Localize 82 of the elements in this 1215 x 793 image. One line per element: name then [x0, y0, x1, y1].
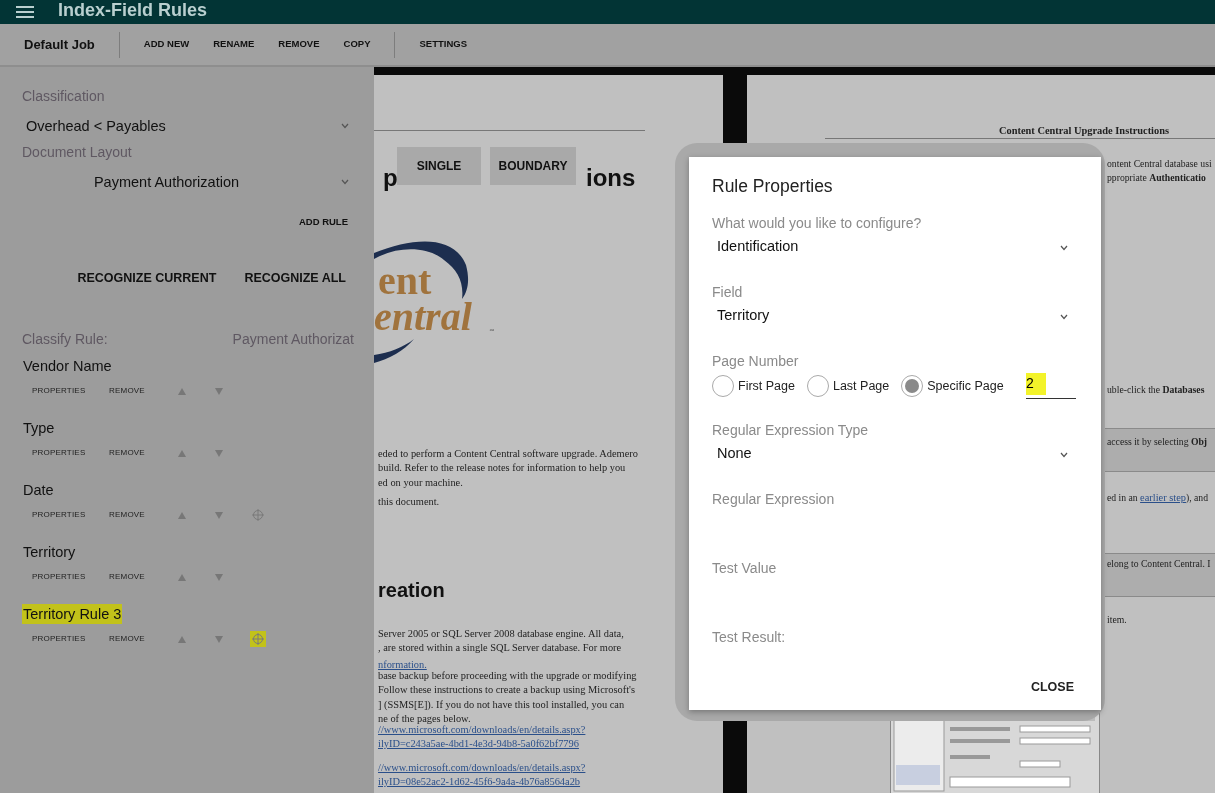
move-down-icon[interactable] — [215, 511, 223, 519]
close-button[interactable]: CLOSE — [1030, 678, 1074, 697]
caret-icon[interactable] — [1060, 452, 1068, 458]
document-link[interactable]: earlier step — [1140, 492, 1186, 503]
classify-rule-label: Classify Rule: — [22, 330, 108, 348]
page-number-field[interactable]: 2 — [1026, 373, 1076, 399]
document-text: ontent Central database usi — [1107, 157, 1212, 171]
field-label: Field — [712, 283, 744, 301]
field-label: Test Result: — [712, 628, 787, 646]
rule-name: Type — [22, 419, 56, 438]
recognize-button[interactable]: RECOGNIZE CURRENT — [77, 269, 217, 288]
rule-action-button[interactable]: REMOVE — [109, 633, 173, 645]
rule-action-button[interactable]: PROPERTIES — [32, 633, 109, 645]
document-link[interactable]: //www.microsoft.com/downloads/en/details.aspx? ilyID=c243a5ae-4bd1-4e3d-94b8-5a0f62bf7796 — [378, 723, 586, 752]
rule-name: Territory — [22, 543, 77, 562]
crosshair-icon[interactable] — [250, 507, 266, 523]
crosshair-icon[interactable] — [250, 631, 266, 647]
move-up-icon[interactable] — [178, 573, 186, 581]
rule-action-button[interactable]: REMOVE — [109, 447, 173, 459]
move-down-icon[interactable] — [215, 635, 223, 643]
field-label: Classification — [22, 87, 106, 105]
rule-name: Date — [22, 481, 55, 500]
document-link[interactable]: //www.microsoft.com/downloads/en/details.aspx? ilyID=08e52ac2-1d62-45f6-9a4a-4b76a8564a2b — [378, 761, 586, 790]
toolbar-button[interactable]: RENAME — [213, 33, 255, 56]
app-title: Index-Field Rules — [58, 1, 208, 19]
job-name: Default Job — [23, 35, 96, 54]
document-paragraph: eded to perform a Content Central software upgrade. Ademero build. Refer to the release notes for information to help you ed on your machine. — [378, 447, 638, 490]
caret-icon[interactable] — [1060, 314, 1068, 320]
rule-action-button[interactable]: PROPERTIES — [32, 447, 109, 459]
field-label: Test Value — [712, 559, 778, 577]
dropdown-value[interactable]: Identification — [712, 232, 1060, 264]
rule-action-button[interactable]: REMOVE — [109, 509, 173, 521]
move-up-icon[interactable] — [178, 387, 186, 395]
toolbar-button[interactable]: REMOVE — [278, 33, 320, 56]
radio-label: Specific Page — [927, 377, 1004, 395]
page-header: Content Central Upgrade Instructions — [999, 124, 1169, 138]
toolbar-button[interactable]: SETTINGS — [419, 33, 467, 56]
field-label: Regular Expression Type — [712, 421, 870, 439]
document-heading: p — [383, 163, 398, 193]
document-text: item. — [1107, 613, 1127, 627]
field-label: Page Number — [712, 352, 800, 370]
recognize-button[interactable]: RECOGNIZE ALL — [244, 269, 346, 288]
dropdown-value[interactable]: Territory — [712, 301, 1060, 333]
document-heading: reation — [378, 578, 445, 603]
move-down-icon[interactable] — [215, 449, 223, 457]
menu-icon[interactable] — [16, 6, 34, 18]
rule-name: Vendor Name — [22, 357, 113, 376]
document-paragraph: this document. — [378, 495, 440, 509]
document-paragraph: Server 2005 or SQL Server 2008 database engine. All data, , are stored within a single SQL Server database. For more — [378, 627, 624, 656]
add-rule-button[interactable]: ADD RULE — [298, 215, 348, 230]
move-down-icon[interactable] — [215, 573, 223, 581]
field-label: Regular Expression — [712, 490, 836, 508]
document-text: uble-click the Databases — [1107, 383, 1205, 397]
radio-label: First Page — [738, 377, 795, 395]
dialog-title: Rule Properties — [712, 175, 834, 197]
overlay-button[interactable]: SINGLE — [397, 147, 481, 185]
field-label: What would you like to configure? — [712, 214, 923, 232]
rule-action-button[interactable]: REMOVE — [109, 571, 173, 583]
document-text: ppropriate Authenticatio — [1107, 171, 1206, 185]
document-text: elong to Content Central. I — [1107, 557, 1211, 571]
dropdown-value[interactable]: None — [712, 439, 1060, 471]
field-label: Document Layout — [22, 143, 133, 161]
caret-icon[interactable] — [1060, 245, 1068, 251]
rule-action-button[interactable]: PROPERTIES — [32, 385, 109, 397]
overlay-button[interactable]: BOUNDARY — [490, 147, 576, 185]
move-up-icon[interactable] — [178, 511, 186, 519]
rule-action-button[interactable]: REMOVE — [109, 385, 173, 397]
dropdown-value[interactable]: Payment Authorization — [22, 172, 341, 192]
toolbar-button[interactable]: ADD NEW — [143, 33, 190, 56]
rule-name: Territory Rule 3 — [22, 604, 123, 624]
move-up-icon[interactable] — [178, 635, 186, 643]
radio-label: Last Page — [832, 377, 890, 395]
dropdown-value[interactable]: Overhead < Payables — [22, 116, 341, 136]
document-text: access it by selecting Obj — [1107, 435, 1208, 449]
rule-action-button[interactable]: PROPERTIES — [32, 509, 109, 521]
rule-action-button[interactable]: PROPERTIES — [32, 571, 109, 583]
toolbar-button[interactable]: COPY — [343, 33, 371, 56]
move-down-icon[interactable] — [215, 387, 223, 395]
classify-rule-value: Payment Authorizat — [232, 330, 354, 348]
move-up-icon[interactable] — [178, 449, 186, 457]
document-heading: ions — [586, 163, 636, 193]
document-text: ed in an earlier step), and — [1107, 491, 1209, 505]
